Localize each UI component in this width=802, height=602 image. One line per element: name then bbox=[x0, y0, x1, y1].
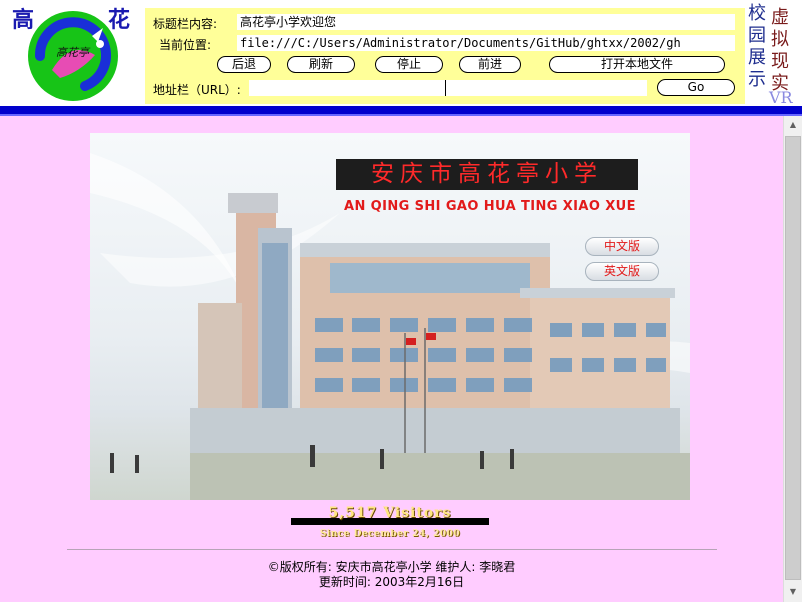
browser-toolbar: 高 花 高花亭 标题栏内容: 高花亭小学欢迎您 当前位置: file:///C:… bbox=[0, 0, 802, 116]
vr-campus-banner: 校 园 展 示 虚 拟 现 实 VR bbox=[745, 0, 802, 108]
control-panel: 标题栏内容: 高花亭小学欢迎您 当前位置: file:///C:/Users/A… bbox=[145, 8, 745, 104]
scroll-down-arrow-icon[interactable]: ▼ bbox=[785, 584, 801, 600]
scrollbar-thumb[interactable] bbox=[785, 136, 801, 580]
school-name-title: 安庆市高花亭小学 bbox=[336, 159, 638, 190]
go-button[interactable]: Go bbox=[657, 79, 735, 96]
url-input-extension[interactable] bbox=[445, 80, 647, 96]
vertical-scrollbar[interactable]: ▲ ▼ bbox=[783, 116, 802, 602]
counter-since-date: Since December 24, 2000 bbox=[319, 529, 461, 539]
school-photo-banner: 安庆市高花亭小学 AN QING SHI GAO HUA TING XIAO X… bbox=[90, 133, 690, 500]
location-field[interactable]: file:///C:/Users/Administrator/Documents… bbox=[237, 35, 735, 51]
updated-date-text: 更新时间: 2003年2月16日 bbox=[318, 575, 465, 589]
vr-char: 示 bbox=[748, 69, 766, 90]
scroll-up-arrow-icon[interactable]: ▲ bbox=[785, 117, 801, 133]
vr-char: 校 bbox=[748, 3, 766, 24]
chinese-version-button[interactable]: 中文版 bbox=[585, 237, 659, 256]
back-button[interactable]: 后退 bbox=[217, 56, 271, 73]
page-content: 安庆市高花亭小学 AN QING SHI GAO HUA TING XIAO X… bbox=[0, 116, 783, 602]
school-logo: 高 花 高花亭 bbox=[0, 0, 138, 106]
open-local-file-button[interactable]: 打开本地文件 bbox=[549, 56, 725, 73]
visitor-count: 5,517 Visitors bbox=[328, 505, 452, 521]
toolbar-divider bbox=[0, 106, 802, 114]
school-name-pinyin: AN QING SHI GAO HUA TING XIAO XUE bbox=[344, 199, 636, 214]
title-label: 标题栏内容: bbox=[153, 17, 218, 31]
title-field[interactable]: 高花亭小学欢迎您 bbox=[237, 14, 735, 30]
url-input[interactable] bbox=[249, 80, 445, 96]
vr-char: 现 bbox=[771, 51, 789, 72]
vr-char: 虚 bbox=[771, 7, 789, 28]
location-label: 当前位置: bbox=[159, 38, 212, 52]
url-label: 地址栏（URL）: bbox=[153, 83, 241, 97]
logo-badge-text: 高花亭 bbox=[56, 46, 89, 59]
refresh-button[interactable]: 刷新 bbox=[287, 56, 355, 73]
vr-char: 展 bbox=[748, 47, 766, 68]
english-version-button[interactable]: 英文版 bbox=[585, 262, 659, 281]
visitor-counter: 5,517 Visitors bbox=[290, 502, 490, 525]
vr-label: VR bbox=[769, 88, 793, 107]
vr-char: 拟 bbox=[771, 29, 789, 50]
vr-char: 园 bbox=[748, 25, 766, 46]
stop-button[interactable]: 停止 bbox=[375, 56, 443, 73]
forward-button[interactable]: 前进 bbox=[459, 56, 521, 73]
footer-divider bbox=[67, 549, 717, 550]
